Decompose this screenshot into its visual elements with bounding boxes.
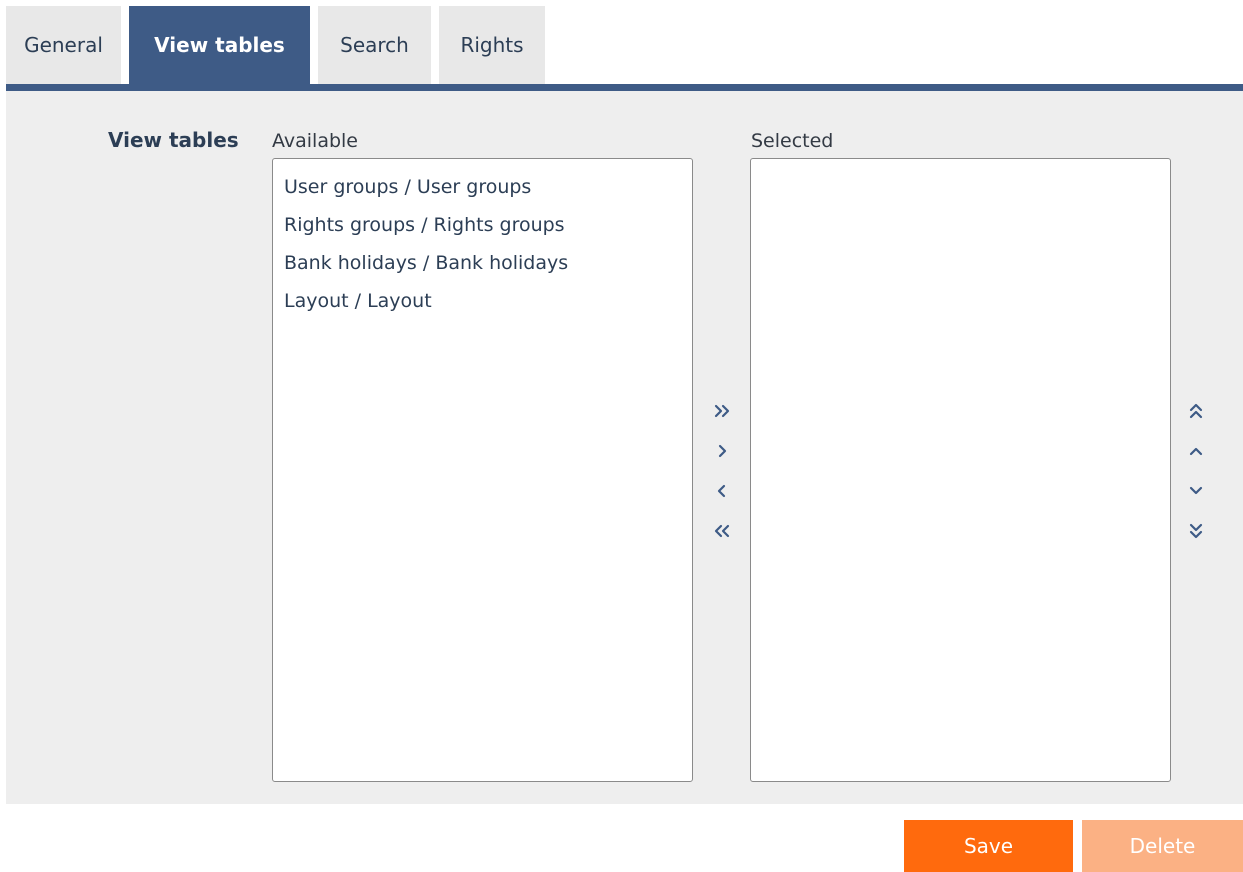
move-bottom-button[interactable] [1181,516,1211,546]
list-item[interactable]: User groups / User groups [284,173,692,211]
field-label-view-tables: View tables [108,128,239,152]
double-chevron-left-icon [714,524,730,538]
move-left-button[interactable] [707,476,737,506]
tab-underline [6,84,1243,91]
selected-listbox[interactable] [750,158,1171,782]
save-button[interactable]: Save [904,820,1073,872]
move-down-button[interactable] [1181,476,1211,506]
move-top-button[interactable] [1181,396,1211,426]
delete-button[interactable]: Delete [1082,820,1243,872]
available-caption: Available [272,130,359,152]
move-right-button[interactable] [707,436,737,466]
tab-search[interactable]: Search [318,6,431,84]
double-chevron-right-icon [714,404,730,418]
tab-general[interactable]: General [6,6,121,84]
available-listbox[interactable]: User groups / User groups Rights groups … [272,158,693,782]
move-all-left-button[interactable] [707,516,737,546]
list-item[interactable]: Rights groups / Rights groups [284,211,692,249]
list-item[interactable]: Bank holidays / Bank holidays [284,249,692,287]
selected-caption: Selected [751,130,834,152]
list-item[interactable]: Layout / Layout [284,287,692,325]
tab-view-tables[interactable]: View tables [129,6,310,84]
chevron-left-icon [717,484,726,498]
chevron-up-icon [1189,447,1203,456]
move-up-button[interactable] [1181,436,1211,466]
move-all-right-button[interactable] [707,396,737,426]
chevron-right-icon [718,444,727,458]
tab-rights[interactable]: Rights [439,6,545,84]
double-chevron-down-icon [1189,523,1203,539]
double-chevron-up-icon [1189,403,1203,419]
chevron-down-icon [1189,486,1203,495]
